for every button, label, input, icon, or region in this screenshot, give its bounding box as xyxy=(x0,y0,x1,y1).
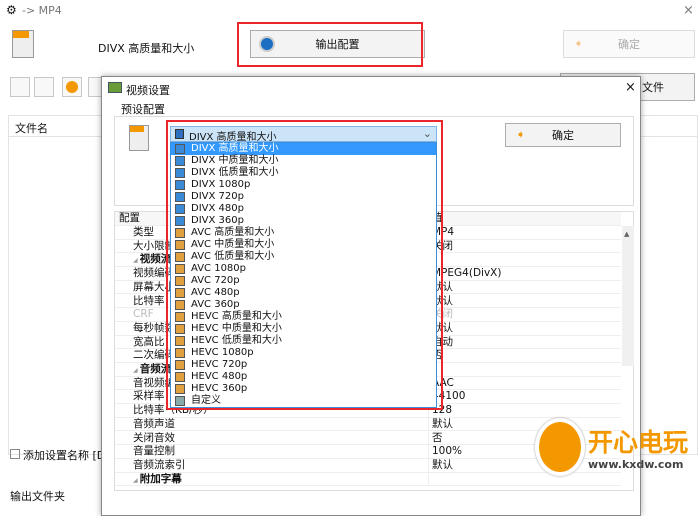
add-file-icon[interactable] xyxy=(10,77,30,97)
ok-button-disabled[interactable]: ➧ 确定 xyxy=(563,30,695,58)
file-button-label: 文件 xyxy=(642,81,664,94)
watermark-name: 开心电玩 xyxy=(588,428,689,457)
filename-header: 文件名 xyxy=(15,122,48,135)
ok-label: 确定 xyxy=(618,38,640,51)
watermark-logo xyxy=(535,418,585,476)
app-icon: ⚙ xyxy=(6,3,17,17)
dropdown-highlight-box xyxy=(166,120,443,410)
property-key: CRF xyxy=(133,308,154,321)
dialog-ok-label: 确定 xyxy=(552,129,574,142)
dialog-ok-button[interactable]: ➧ 确定 xyxy=(505,123,621,147)
property-key: 采样率 xyxy=(133,390,165,403)
current-preset-label: DIVX 高质量和大小 xyxy=(98,42,195,55)
property-key: 关闭音效 xyxy=(133,431,175,444)
property-value: 100% xyxy=(428,445,462,459)
window-close-button[interactable]: × xyxy=(683,3,694,18)
property-row[interactable]: 附加字幕 xyxy=(115,472,621,487)
highlight-box xyxy=(237,22,423,67)
add-name-checkbox[interactable] xyxy=(10,449,20,459)
dialog-title: 视频设置 xyxy=(126,84,170,97)
grid-key-header: 配置 xyxy=(119,212,140,224)
property-value: 默认 xyxy=(428,417,453,431)
picture-icon xyxy=(108,82,122,93)
output-folder-label: 输出文件夹 xyxy=(10,490,65,503)
property-value: 否 xyxy=(428,431,443,445)
property-key: 附加字幕 xyxy=(133,473,182,487)
property-key: 音频流索引 xyxy=(133,458,186,471)
arrow-right-icon: ➧ xyxy=(574,37,584,50)
property-key: 音量控制 xyxy=(133,445,175,458)
preset-group-label: 预设配置 xyxy=(121,103,165,116)
grid-scrollbar[interactable]: ▲ xyxy=(622,226,634,366)
play-icon[interactable] xyxy=(62,77,82,97)
mp4-file-icon xyxy=(12,30,34,58)
add-name-label: 添加设置名称 [DI xyxy=(23,449,109,462)
mp4-file-icon xyxy=(129,125,149,151)
property-key: 类型 xyxy=(133,226,154,238)
property-key: 音频声道 xyxy=(133,417,175,430)
property-key: 宽高比 xyxy=(133,335,165,348)
watermark-url: www.kxdw.com xyxy=(588,458,684,471)
arrow-right-icon: ➧ xyxy=(516,128,526,141)
property-value: 默认 xyxy=(428,458,453,472)
property-value xyxy=(428,472,432,486)
dialog-close-button[interactable]: × xyxy=(625,80,636,95)
remove-file-icon[interactable] xyxy=(34,77,54,97)
property-key: 比特率 xyxy=(133,294,165,307)
window-title: -> MP4 xyxy=(22,4,62,17)
